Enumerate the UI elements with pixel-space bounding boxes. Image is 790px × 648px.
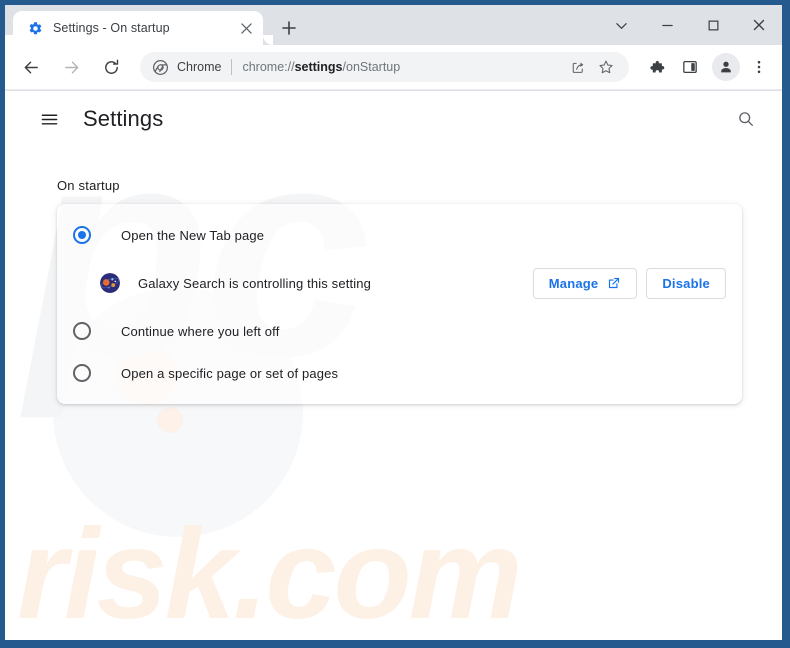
manage-button[interactable]: Manage [532,267,638,299]
hamburger-menu-icon[interactable] [31,101,67,137]
tab-title: Settings - On startup [53,21,170,35]
chrome-window: Settings - On startup Chrome chrome://se… [5,5,782,640]
star-icon[interactable] [593,54,619,80]
startup-option-label: Open the New Tab page [121,227,265,243]
tab-strip: Settings - On startup [5,5,782,45]
radio-button-new-tab[interactable] [73,226,91,244]
galaxy-search-favicon [100,273,120,293]
page-title: Settings [83,106,164,131]
startup-option-new-tab[interactable]: Open the New Tab page [57,214,742,256]
watermark-blob-tiny [157,407,183,433]
forward-arrow-icon[interactable] [55,51,87,83]
chrome-logo-icon [152,59,168,75]
maximize-button[interactable] [690,5,736,45]
side-panel-icon[interactable] [675,52,705,82]
puzzle-piece-icon[interactable] [641,52,671,82]
startup-option-label: Continue where you left off [121,323,280,339]
extension-control-notice: Galaxy Search is controlling this settin… [57,256,742,310]
disable-button-label: Disable [662,275,710,291]
extension-control-text: Galaxy Search is controlling this settin… [138,275,372,291]
startup-option-continue[interactable]: Continue where you left off [57,310,742,352]
address-bar[interactable]: Chrome chrome://settings/onStartup [140,52,629,82]
omnibox-divider [231,59,233,75]
watermark-domain: risk.com [17,503,522,640]
browser-window-frame: Settings - On startup Chrome chrome://se… [0,0,790,648]
close-window-button[interactable] [736,5,782,45]
person-avatar-icon[interactable] [712,53,740,81]
tab-close-button[interactable] [235,17,257,39]
minimize-button[interactable] [644,5,690,45]
share-icon[interactable] [565,54,591,80]
reload-icon[interactable] [95,51,127,83]
back-arrow-icon[interactable] [15,51,47,83]
url-host: settings [294,60,343,74]
manage-button-label: Manage [548,275,599,291]
three-dot-menu-icon[interactable] [744,52,774,82]
open-in-new-icon [607,276,621,290]
window-controls [598,5,782,45]
startup-option-label: Open a specific page or set of pages [121,365,339,381]
browser-toolbar: Chrome chrome://settings/onStartup [5,45,782,90]
disable-button[interactable]: Disable [646,267,726,299]
settings-content: On startup Open the New Tab page Galaxy … [5,178,782,404]
new-tab-button[interactable] [275,14,303,42]
settings-gear-icon [27,20,43,36]
url-path: /onStartup [342,60,401,74]
omnibox-url-text: chrome://settings/onStartup [242,60,563,74]
section-title: On startup [57,178,120,193]
settings-header: Settings [5,91,782,147]
startup-option-specific-page[interactable]: Open a specific page or set of pages [57,352,742,394]
radio-button-continue[interactable] [73,322,91,340]
omnibox-chip-label: Chrome [177,60,222,74]
browser-tab-settings[interactable]: Settings - On startup [13,11,273,45]
tab-search-dropdown-button[interactable] [598,5,644,45]
url-scheme: chrome:// [242,60,295,74]
radio-button-specific-page[interactable] [73,364,91,382]
settings-page: pc risk.com Settings On startup [5,91,782,640]
on-startup-card: Open the New Tab page Galaxy Search is c… [57,204,742,404]
search-icon[interactable] [728,101,764,137]
